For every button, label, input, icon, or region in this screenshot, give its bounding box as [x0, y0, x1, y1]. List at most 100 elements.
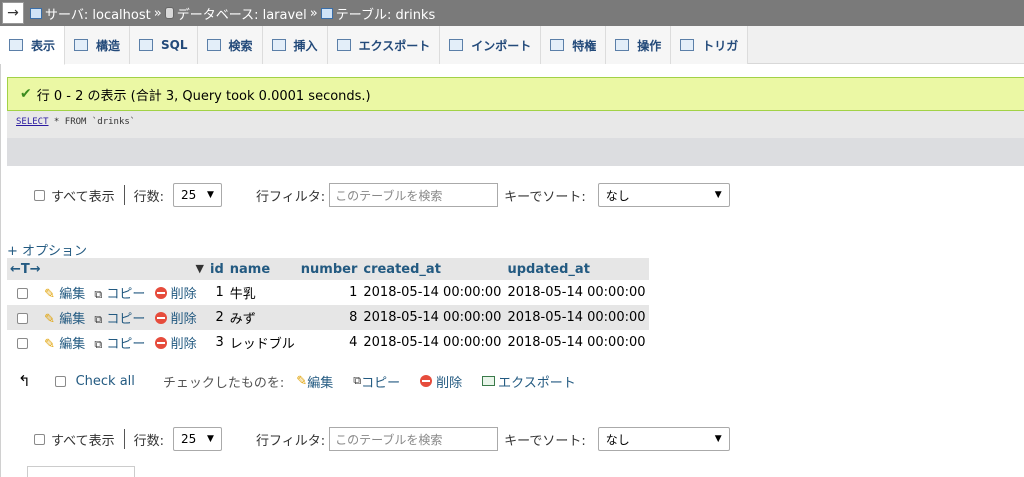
query-results-operations-panel — [27, 466, 135, 477]
tab-label: エクスポート — [358, 38, 431, 53]
tab-export[interactable]: エクスポート — [327, 26, 441, 64]
rows-label: 行数: — [133, 189, 164, 205]
edit-link[interactable]: 編集 — [59, 337, 85, 352]
pencil-icon: ✎ — [44, 287, 56, 302]
header-updated-at[interactable]: updated_at — [504, 258, 649, 280]
sort-down-icon[interactable]: ▼ — [196, 262, 204, 275]
row-actions: ✎ 編集 ⧉ コピー 削除 — [7, 330, 207, 355]
browse-icon — [9, 39, 23, 51]
table-icon — [320, 7, 333, 19]
bulk-export-button[interactable]: エクスポート — [498, 372, 576, 391]
check-all-label[interactable]: Check all — [76, 374, 135, 389]
delete-link[interactable]: 削除 — [171, 312, 197, 327]
structure-icon — [74, 39, 89, 51]
sort-select[interactable]: なし ▼ — [597, 427, 730, 451]
table-row: ✎ 編集 ⧉ コピー 削除 2 みず 8 2018-05-14 00:00:00… — [7, 305, 649, 330]
server-icon — [30, 7, 42, 19]
tab-label: 挿入 — [293, 38, 318, 53]
row-checkbox[interactable] — [17, 288, 28, 299]
nav-controls-bottom: すべて表示 行数: 25 ▼ 行フィルタ: このテーブルを検索 キーでソート: な… — [34, 426, 730, 452]
sql-query-box: SELECT * FROM `drinks` — [7, 111, 1024, 138]
cell-updated-at: 2018-05-14 00:00:00 — [504, 280, 649, 305]
tab-browse[interactable]: 表示 — [0, 26, 66, 65]
header-created-at[interactable]: created_at — [360, 258, 505, 280]
delete-icon — [420, 375, 433, 387]
sql-keyword-link[interactable]: SELECT — [16, 117, 49, 127]
show-all-checkbox[interactable] — [34, 433, 45, 445]
delete-icon — [154, 312, 167, 324]
tab-search[interactable]: 検索 — [197, 26, 263, 64]
with-selected-label: チェックしたものを: — [162, 375, 285, 391]
delete-icon — [154, 337, 167, 349]
row-checkbox[interactable] — [17, 338, 28, 349]
bulk-copy-button[interactable]: コピー — [361, 372, 400, 391]
nav-controls-top: すべて表示 行数: 25 ▼ 行フィルタ: このテーブルを検索 キーでソート: な… — [34, 182, 730, 208]
breadcrumb-database[interactable]: データベース: laravel — [177, 4, 307, 23]
pencil-icon: ✎ — [44, 337, 56, 352]
row-checkbox[interactable] — [17, 313, 28, 324]
copy-link[interactable]: コピー — [106, 337, 145, 352]
delete-link[interactable]: 削除 — [171, 287, 197, 302]
export-icon — [336, 39, 351, 51]
divider — [123, 429, 125, 449]
triggers-icon — [680, 39, 695, 51]
export-icon — [482, 376, 496, 386]
filter-label: 行フィルタ: — [255, 189, 326, 205]
tab-sql[interactable]: SQL — [130, 26, 198, 64]
cell-updated-at: 2018-05-14 00:00:00 — [504, 305, 649, 330]
rows-select[interactable]: 25 ▼ — [172, 183, 222, 207]
breadcrumb-server[interactable]: サーバ: localhost — [45, 4, 151, 23]
breadcrumb-table[interactable]: テーブル: drinks — [336, 4, 435, 23]
rows-value: 25 — [180, 432, 197, 446]
copy-icon: ⧉ — [94, 288, 103, 301]
filter-input[interactable]: このテーブルを検索 — [329, 183, 499, 207]
show-all-checkbox[interactable] — [34, 189, 45, 201]
privileges-icon — [550, 39, 565, 51]
filter-input[interactable]: このテーブルを検索 — [329, 427, 499, 451]
copy-link[interactable]: コピー — [106, 312, 145, 327]
breadcrumb: サーバ: localhost » データベース: laravel » テーブル:… — [30, 4, 435, 23]
check-all-checkbox[interactable] — [54, 375, 66, 387]
header-id[interactable]: id — [207, 258, 227, 280]
tab-import[interactable]: インポート — [440, 26, 542, 64]
sort-select[interactable]: なし ▼ — [597, 183, 730, 207]
edit-link[interactable]: 編集 — [59, 312, 85, 327]
cell-name: 牛乳 — [226, 280, 298, 305]
pencil-icon: ✎ — [44, 312, 56, 327]
copy-link[interactable]: コピー — [106, 287, 145, 302]
success-message: ✔ 行 0 - 2 の表示 (合計 3, Query took 0.0001 s… — [7, 77, 1024, 111]
tab-operations[interactable]: 操作 — [606, 26, 672, 64]
tab-insert[interactable]: 挿入 — [262, 26, 328, 64]
tab-privileges[interactable]: 特権 — [541, 26, 607, 64]
tab-structure[interactable]: 構造 — [65, 26, 131, 64]
cell-number: 4 — [297, 330, 361, 355]
rows-value: 25 — [180, 188, 197, 202]
results-table: ←T→ ▼ id name number created_at updated_… — [7, 258, 649, 355]
collapse-arrow-button[interactable]: → — [2, 2, 24, 24]
delete-link[interactable]: 削除 — [171, 337, 197, 352]
divider — [123, 185, 125, 205]
header-name[interactable]: name — [226, 258, 298, 280]
database-icon — [164, 7, 174, 19]
cell-created-at: 2018-05-14 00:00:00 — [360, 305, 505, 330]
tab-label: 構造 — [96, 38, 121, 53]
header-number[interactable]: number — [297, 258, 361, 280]
rows-select[interactable]: 25 ▼ — [172, 427, 222, 451]
sort-value: なし — [605, 188, 630, 203]
left-border — [0, 64, 1, 477]
search-icon — [206, 39, 221, 51]
column-arrows[interactable]: ←T→ — [10, 262, 41, 277]
options-link[interactable]: + オプション — [7, 240, 87, 259]
arrow-left-up-icon: ↰ — [18, 372, 31, 390]
insert-icon — [271, 39, 286, 51]
filter-label: 行フィルタ: — [255, 433, 326, 449]
edit-link[interactable]: 編集 — [59, 287, 85, 302]
cell-id: 3 — [207, 330, 227, 355]
sort-label: キーでソート: — [504, 189, 586, 205]
bulk-actions: ↰ Check all チェックしたものを: ✎ 編集 ⧉ コピー 削除 エクス… — [18, 370, 576, 392]
bulk-edit-button[interactable]: 編集 — [307, 372, 333, 391]
tab-triggers[interactable]: トリガ — [671, 26, 749, 64]
show-all-label: すべて表示 — [51, 189, 115, 205]
caret-down-icon: ▼ — [207, 434, 214, 444]
bulk-delete-button[interactable]: 削除 — [436, 372, 462, 391]
